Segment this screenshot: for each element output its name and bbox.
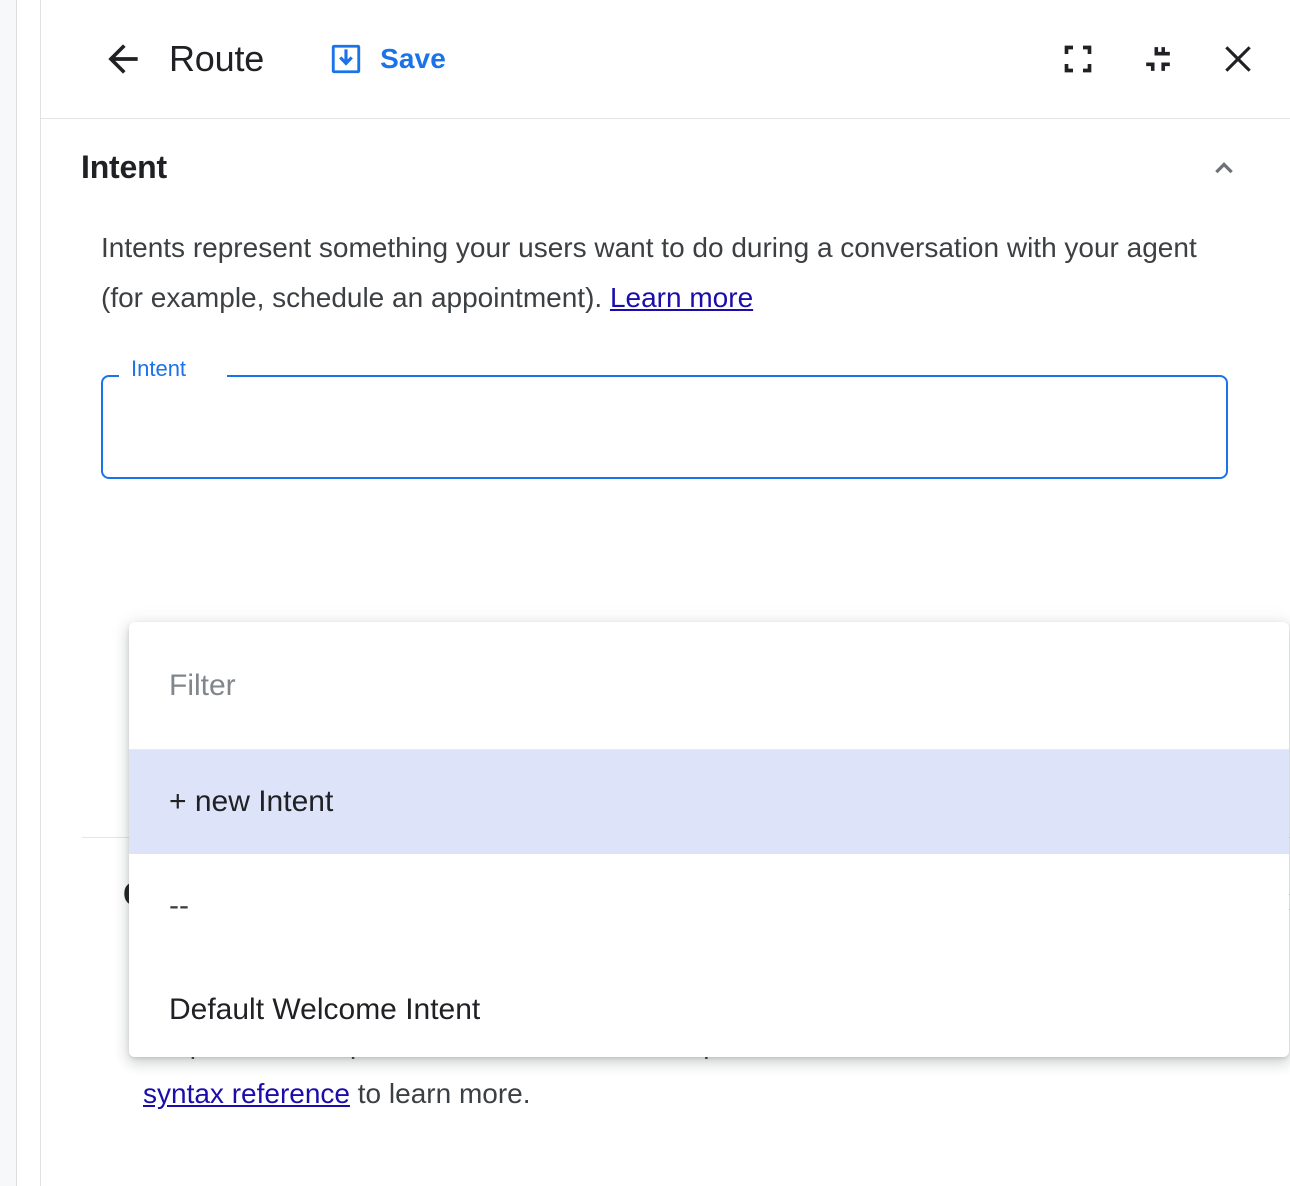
intent-section: Intent Intents represent something your … [41,119,1290,479]
save-download-icon [328,41,364,77]
page-title: Route [169,38,264,80]
expand-panel-button[interactable] [1056,37,1100,81]
intent-select-field[interactable]: Intent [101,375,1228,479]
intent-section-description: Intents represent something your users w… [81,223,1241,323]
screen-root: Route Save [0,0,1290,1186]
dropdown-filter-row [129,622,1289,749]
close-x-icon [1217,38,1259,80]
intent-section-header[interactable]: Intent [81,119,1248,215]
dropdown-filter-input[interactable] [169,669,1249,703]
save-button-label: Save [380,43,446,75]
workspace-canvas-gutter [0,0,16,1186]
panel-header: Route Save [41,0,1290,119]
dropdown-option-none[interactable]: -- [129,854,1289,958]
intent-dropdown-panel: + new Intent -- Default Welcome Intent [129,622,1289,1057]
collapse-inward-icon [1139,40,1177,78]
intent-section-collapse-button[interactable] [1200,143,1248,191]
syntax-reference-link[interactable]: syntax reference [143,1078,350,1109]
arrow-left-icon [101,37,145,81]
intent-field-outline [101,375,1228,479]
condition-description-text-2: to learn more. [350,1078,531,1109]
intent-field-label: Intent [127,356,190,382]
route-side-panel: Route Save [41,0,1290,1186]
close-panel-button[interactable] [1216,37,1260,81]
panel-resize-handle[interactable] [17,0,41,1186]
dropdown-option-new-intent[interactable]: + new Intent [129,750,1289,854]
learn-more-link[interactable]: Learn more [610,282,753,313]
chevron-up-icon [1207,150,1241,184]
back-button[interactable] [99,35,147,83]
panel-body: Intent Intents represent something your … [41,119,1290,1186]
collapse-panel-button[interactable] [1136,37,1180,81]
expand-fullscreen-icon [1058,39,1098,79]
header-actions [1056,37,1260,81]
intent-section-title: Intent [81,149,167,186]
dropdown-option-default-welcome-intent[interactable]: Default Welcome Intent [129,958,1289,1057]
save-button[interactable]: Save [318,35,456,83]
